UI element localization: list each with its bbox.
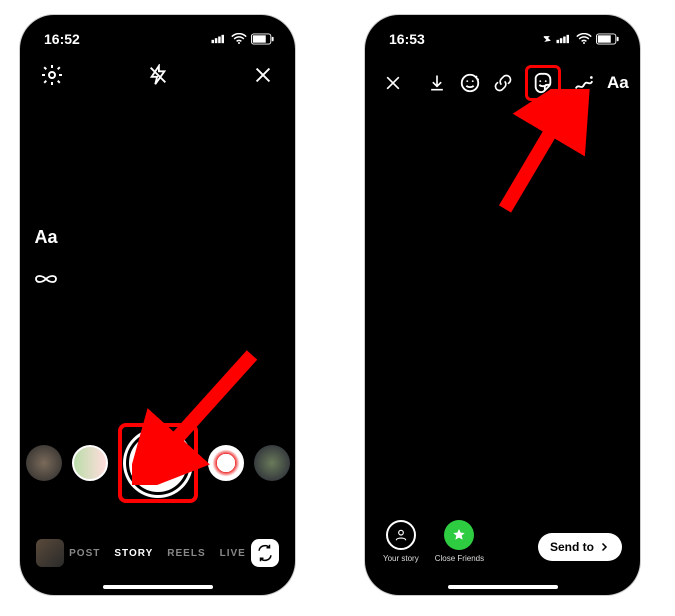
sticker-highlight — [525, 65, 561, 101]
share-targets: Your story Close Friends — [383, 520, 484, 563]
send-to-label: Send to — [550, 540, 594, 554]
multicapture-tool[interactable] — [34, 351, 58, 375]
effects-button[interactable] — [459, 70, 481, 96]
shutter-row — [20, 423, 295, 503]
your-story-label: Your story — [383, 554, 419, 563]
download-button[interactable] — [427, 70, 447, 96]
switch-camera-button[interactable] — [251, 539, 279, 567]
mode-live[interactable]: LIVE — [220, 548, 246, 559]
status-time: 16:52 — [44, 31, 80, 47]
mode-reels[interactable]: REELS — [167, 548, 205, 559]
filter-prev1[interactable] — [72, 445, 108, 481]
phone-editor-screen: 16:53 Aa — [365, 15, 640, 595]
home-indicator[interactable] — [448, 585, 558, 589]
camera-top-bar — [20, 53, 295, 87]
your-story-button[interactable]: Your story — [383, 520, 419, 563]
close-button[interactable] — [383, 70, 403, 96]
phone-camera-screen: 16:52 Aa — [20, 15, 295, 595]
status-time: 16:53 — [389, 31, 425, 47]
gallery-button[interactable] — [36, 539, 64, 567]
annotation-arrow — [485, 89, 595, 219]
mode-post[interactable]: POST — [69, 548, 100, 559]
status-bar: 16:53 — [365, 15, 640, 53]
settings-button[interactable] — [40, 63, 64, 87]
shutter-button[interactable] — [126, 431, 190, 495]
sticker-button[interactable] — [530, 70, 556, 96]
editor-top-bar: Aa — [365, 53, 640, 101]
your-story-icon — [386, 520, 416, 550]
home-indicator[interactable] — [103, 585, 213, 589]
create-text-tool[interactable]: Aa — [34, 225, 58, 249]
boomerang-tool[interactable] — [34, 267, 58, 291]
mode-selector[interactable]: POST STORY REELS LIVE — [64, 548, 251, 559]
filter-next1[interactable] — [208, 445, 244, 481]
close-friends-button[interactable]: Close Friends — [435, 520, 484, 563]
mode-story[interactable]: STORY — [114, 548, 153, 559]
shutter-highlight — [118, 423, 198, 503]
status-icons — [211, 33, 275, 45]
camera-bottom-row: POST STORY REELS LIVE — [20, 539, 295, 567]
filter-prev2[interactable] — [26, 445, 62, 481]
link-button[interactable] — [493, 70, 513, 96]
flash-off-button[interactable] — [146, 63, 170, 87]
close-friends-icon — [444, 520, 474, 550]
layout-tool[interactable] — [34, 309, 58, 333]
text-button[interactable]: Aa — [607, 70, 629, 96]
status-icons — [542, 33, 620, 45]
filter-next2[interactable] — [254, 445, 290, 481]
status-bar: 16:52 — [20, 15, 295, 53]
level-tool[interactable] — [34, 393, 58, 417]
close-button[interactable] — [251, 63, 275, 87]
close-friends-label: Close Friends — [435, 554, 484, 563]
draw-button[interactable] — [573, 70, 595, 96]
send-to-button[interactable]: Send to — [538, 533, 622, 561]
